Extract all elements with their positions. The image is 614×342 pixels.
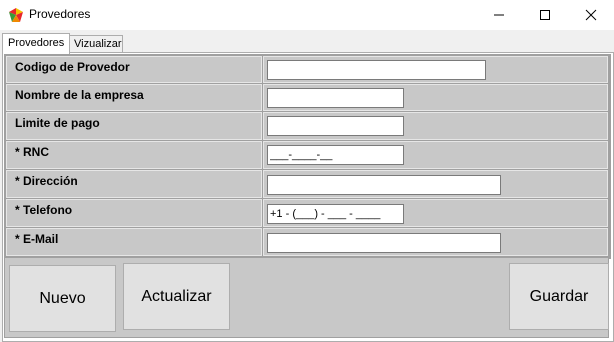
- codigo-label: Codigo de Provedor: [15, 60, 130, 74]
- limite-pago-label: Limite de pago: [15, 116, 100, 130]
- input-cell-direccion: [263, 170, 608, 198]
- direccion-input[interactable]: [267, 175, 501, 195]
- nuevo-button[interactable]: Nuevo: [9, 265, 116, 332]
- limite-pago-input[interactable]: [267, 116, 404, 136]
- tab-vizualizar[interactable]: Vizualizar: [69, 35, 123, 53]
- input-cell-limite: [263, 112, 608, 140]
- label-cell-telefono: * Telefono: [6, 199, 262, 227]
- close-button[interactable]: [568, 0, 614, 30]
- nombre-empresa-label: Nombre de la empresa: [15, 88, 144, 102]
- email-input[interactable]: [267, 233, 501, 253]
- input-cell-codigo: [263, 56, 608, 83]
- actualizar-button[interactable]: Actualizar: [123, 263, 230, 330]
- input-cell-nombre: [263, 84, 608, 111]
- window-title: Provedores: [29, 7, 91, 21]
- app-logo-icon: [8, 7, 24, 23]
- minimize-button[interactable]: [476, 0, 522, 30]
- tab-provedores-label: Provedores: [8, 37, 65, 49]
- label-cell-limite: Limite de pago: [6, 112, 262, 140]
- rnc-label: * RNC: [15, 145, 50, 159]
- guardar-button[interactable]: Guardar: [509, 263, 609, 330]
- label-cell-nombre: Nombre de la empresa: [6, 84, 262, 111]
- telefono-label: * Telefono: [15, 203, 73, 217]
- minimize-icon: [494, 14, 504, 16]
- action-buttons-panel: Nuevo Actualizar Guardar: [4, 257, 609, 338]
- label-cell-rnc: * RNC: [6, 141, 262, 169]
- title-bar: Provedores: [0, 0, 614, 30]
- label-cell-codigo: Codigo de Provedor: [6, 56, 262, 83]
- close-icon: [585, 9, 597, 21]
- codigo-proveedor-input[interactable]: [267, 60, 486, 80]
- application-window: Provedores Provedores Vizualizar Codigo …: [0, 0, 614, 342]
- label-cell-direccion: * Dirección: [6, 170, 262, 198]
- tab-provedores[interactable]: Provedores: [2, 33, 70, 54]
- label-cell-email: * E-Mail: [6, 228, 262, 256]
- maximize-icon: [540, 10, 550, 20]
- tab-vizualizar-label: Vizualizar: [74, 38, 122, 50]
- maximize-button[interactable]: [522, 0, 568, 30]
- provider-form-table: Codigo de Provedor Nombre de la empresa …: [4, 54, 611, 259]
- direccion-label: * Dirección: [15, 174, 78, 188]
- input-cell-rnc: [263, 141, 608, 169]
- rnc-masked-input[interactable]: [267, 145, 404, 165]
- email-label: * E-Mail: [15, 232, 59, 246]
- telefono-masked-input[interactable]: [267, 204, 404, 224]
- input-cell-email: [263, 228, 608, 256]
- input-cell-telefono: [263, 199, 608, 227]
- nombre-empresa-input[interactable]: [267, 88, 404, 108]
